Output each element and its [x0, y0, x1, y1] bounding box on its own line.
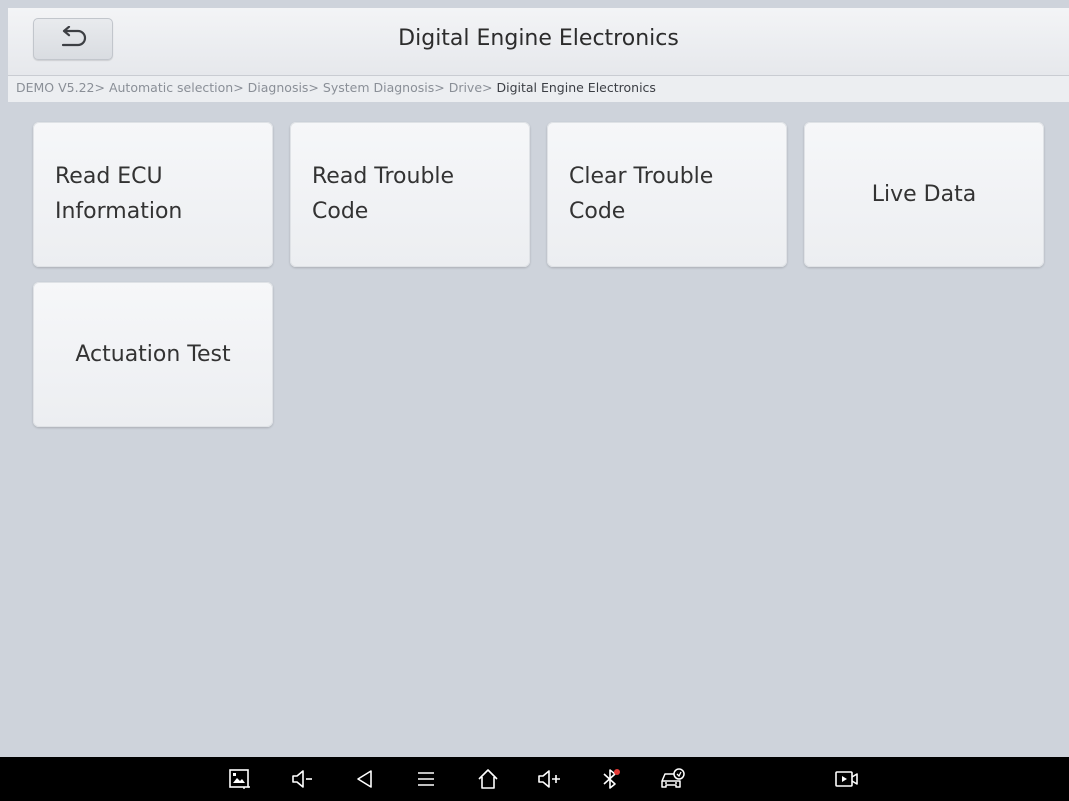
- breadcrumb-item-drive[interactable]: Drive>: [445, 80, 493, 95]
- back-icon[interactable]: [348, 757, 382, 801]
- menu-icon[interactable]: [409, 757, 443, 801]
- tile-label: Clear Trouble Code: [569, 160, 713, 228]
- breadcrumb-item-automatic-selection[interactable]: Automatic selection>: [105, 80, 244, 95]
- vehicle-diagnosis-icon[interactable]: [656, 757, 690, 801]
- tile-label: Read Trouble Code: [312, 160, 454, 228]
- tile-label: Live Data: [871, 182, 977, 207]
- breadcrumb: DEMO V5.22> Automatic selection> Diagnos…: [8, 76, 1069, 102]
- tile-label-line2: Code: [569, 198, 626, 224]
- breadcrumb-item-demo[interactable]: DEMO V5.22>: [16, 80, 105, 95]
- tile-label: Read ECU Information: [55, 160, 182, 228]
- page-title: Digital Engine Electronics: [398, 26, 679, 51]
- tile-label-line2: Code: [312, 198, 369, 224]
- tile-label-line1: Read Trouble: [312, 164, 455, 190]
- tile-label-line2: Information: [55, 198, 183, 224]
- back-button[interactable]: [33, 18, 113, 60]
- breadcrumb-item-current: Digital Engine Electronics: [492, 80, 656, 95]
- title-bar: Digital Engine Electronics: [8, 8, 1069, 76]
- volume-down-icon[interactable]: [286, 757, 320, 801]
- return-arrow-icon: [56, 25, 90, 52]
- tile-label-line1: Clear Trouble: [569, 164, 714, 190]
- breadcrumb-item-system-diagnosis[interactable]: System Diagnosis>: [319, 80, 445, 95]
- actuation-test-button[interactable]: Actuation Test: [33, 282, 273, 427]
- tile-label: Actuation Test: [75, 342, 231, 367]
- volume-up-icon[interactable]: [533, 757, 567, 801]
- read-trouble-code-button[interactable]: Read Trouble Code: [290, 122, 530, 267]
- screen-record-icon[interactable]: [830, 757, 864, 801]
- breadcrumb-item-diagnosis[interactable]: Diagnosis>: [244, 80, 319, 95]
- tile-label-line1: Read ECU: [55, 164, 163, 190]
- app-screen: Digital Engine Electronics DEMO V5.22> A…: [0, 0, 1069, 801]
- bluetooth-icon[interactable]: [594, 757, 628, 801]
- screenshot-icon[interactable]: [222, 757, 256, 801]
- clear-trouble-code-button[interactable]: Clear Trouble Code: [547, 122, 787, 267]
- live-data-button[interactable]: Live Data: [804, 122, 1044, 267]
- system-navigation-bar: [0, 757, 1069, 801]
- home-icon[interactable]: [471, 757, 505, 801]
- read-ecu-information-button[interactable]: Read ECU Information: [33, 122, 273, 267]
